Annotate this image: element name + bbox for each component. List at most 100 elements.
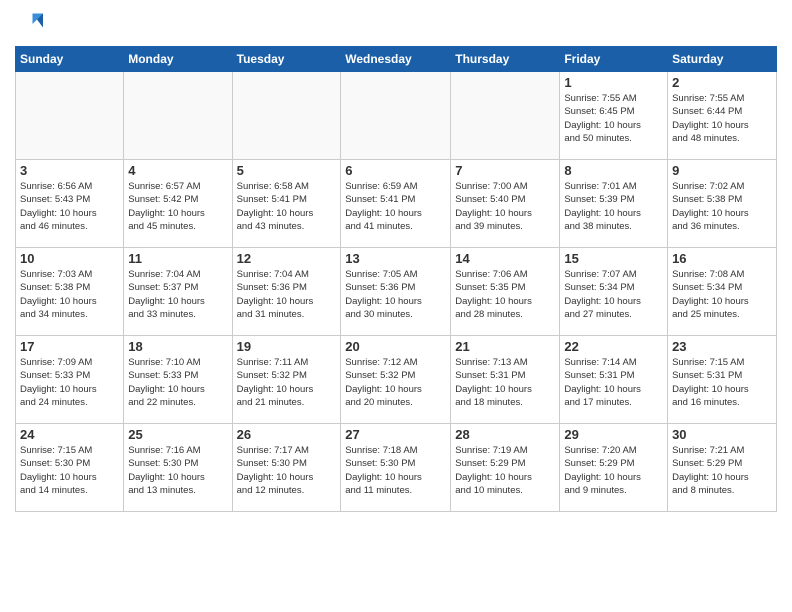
- calendar-week-row: 24 Sunrise: 7:15 AM Sunset: 5:30 PM Dayli…: [16, 424, 777, 512]
- day-number: 29: [564, 427, 663, 442]
- calendar-day-cell: [341, 72, 451, 160]
- calendar-day-cell: 11 Sunrise: 7:04 AM Sunset: 5:37 PM Dayli…: [124, 248, 232, 336]
- calendar-day-cell: 2 Sunrise: 7:55 AM Sunset: 6:44 PM Daylig…: [668, 72, 777, 160]
- calendar-weekday-header: Monday: [124, 47, 232, 72]
- day-number: 4: [128, 163, 227, 178]
- calendar-day-cell: 17 Sunrise: 7:09 AM Sunset: 5:33 PM Dayli…: [16, 336, 124, 424]
- day-number: 15: [564, 251, 663, 266]
- day-number: 28: [455, 427, 555, 442]
- day-info: Sunrise: 7:00 AM Sunset: 5:40 PM Dayligh…: [455, 180, 555, 233]
- calendar-weekday-header: Thursday: [451, 47, 560, 72]
- calendar-day-cell: 27 Sunrise: 7:18 AM Sunset: 5:30 PM Dayli…: [341, 424, 451, 512]
- day-info: Sunrise: 7:07 AM Sunset: 5:34 PM Dayligh…: [564, 268, 663, 321]
- calendar-day-cell: 8 Sunrise: 7:01 AM Sunset: 5:39 PM Daylig…: [560, 160, 668, 248]
- day-info: Sunrise: 6:58 AM Sunset: 5:41 PM Dayligh…: [237, 180, 337, 233]
- day-number: 22: [564, 339, 663, 354]
- day-number: 7: [455, 163, 555, 178]
- calendar-weekday-header: Saturday: [668, 47, 777, 72]
- calendar-day-cell: 29 Sunrise: 7:20 AM Sunset: 5:29 PM Dayli…: [560, 424, 668, 512]
- day-number: 26: [237, 427, 337, 442]
- day-info: Sunrise: 6:56 AM Sunset: 5:43 PM Dayligh…: [20, 180, 119, 233]
- day-info: Sunrise: 7:11 AM Sunset: 5:32 PM Dayligh…: [237, 356, 337, 409]
- calendar-weekday-header: Tuesday: [232, 47, 341, 72]
- day-info: Sunrise: 7:15 AM Sunset: 5:31 PM Dayligh…: [672, 356, 772, 409]
- calendar-day-cell: 14 Sunrise: 7:06 AM Sunset: 5:35 PM Dayli…: [451, 248, 560, 336]
- calendar-day-cell: 19 Sunrise: 7:11 AM Sunset: 5:32 PM Dayli…: [232, 336, 341, 424]
- calendar-day-cell: 16 Sunrise: 7:08 AM Sunset: 5:34 PM Dayli…: [668, 248, 777, 336]
- calendar-day-cell: 10 Sunrise: 7:03 AM Sunset: 5:38 PM Dayli…: [16, 248, 124, 336]
- calendar-day-cell: 7 Sunrise: 7:00 AM Sunset: 5:40 PM Daylig…: [451, 160, 560, 248]
- day-number: 14: [455, 251, 555, 266]
- calendar-table: SundayMondayTuesdayWednesdayThursdayFrid…: [15, 46, 777, 512]
- calendar-day-cell: 21 Sunrise: 7:13 AM Sunset: 5:31 PM Dayli…: [451, 336, 560, 424]
- calendar-day-cell: 3 Sunrise: 6:56 AM Sunset: 5:43 PM Daylig…: [16, 160, 124, 248]
- day-info: Sunrise: 7:08 AM Sunset: 5:34 PM Dayligh…: [672, 268, 772, 321]
- calendar-day-cell: 22 Sunrise: 7:14 AM Sunset: 5:31 PM Dayli…: [560, 336, 668, 424]
- day-info: Sunrise: 7:55 AM Sunset: 6:44 PM Dayligh…: [672, 92, 772, 145]
- header: [15, 10, 777, 38]
- day-number: 16: [672, 251, 772, 266]
- page-container: SundayMondayTuesdayWednesdayThursdayFrid…: [0, 0, 792, 527]
- day-info: Sunrise: 6:57 AM Sunset: 5:42 PM Dayligh…: [128, 180, 227, 233]
- day-number: 3: [20, 163, 119, 178]
- calendar-day-cell: 13Sunrise: 7:05 AM Sunset: 5:36 PM Dayli…: [341, 248, 451, 336]
- day-info: Sunrise: 7:01 AM Sunset: 5:39 PM Dayligh…: [564, 180, 663, 233]
- day-info: Sunrise: 7:12 AM Sunset: 5:32 PM Dayligh…: [345, 356, 446, 409]
- day-info: Sunrise: 7:05 AM Sunset: 5:36 PM Dayligh…: [345, 268, 446, 321]
- calendar-day-cell: [124, 72, 232, 160]
- logo: [15, 10, 45, 38]
- day-info: Sunrise: 7:09 AM Sunset: 5:33 PM Dayligh…: [20, 356, 119, 409]
- calendar-weekday-header: Wednesday: [341, 47, 451, 72]
- day-info: Sunrise: 7:14 AM Sunset: 5:31 PM Dayligh…: [564, 356, 663, 409]
- day-info: Sunrise: 7:03 AM Sunset: 5:38 PM Dayligh…: [20, 268, 119, 321]
- day-number: 5: [237, 163, 337, 178]
- calendar-day-cell: 4 Sunrise: 6:57 AM Sunset: 5:42 PM Daylig…: [124, 160, 232, 248]
- logo-icon: [15, 10, 43, 38]
- day-info: Sunrise: 7:04 AM Sunset: 5:36 PM Dayligh…: [237, 268, 337, 321]
- day-number: 17: [20, 339, 119, 354]
- day-number: 6: [345, 163, 446, 178]
- day-info: Sunrise: 7:18 AM Sunset: 5:30 PM Dayligh…: [345, 444, 446, 497]
- calendar-day-cell: [16, 72, 124, 160]
- day-info: Sunrise: 7:16 AM Sunset: 5:30 PM Dayligh…: [128, 444, 227, 497]
- day-info: Sunrise: 7:20 AM Sunset: 5:29 PM Dayligh…: [564, 444, 663, 497]
- calendar-weekday-header: Sunday: [16, 47, 124, 72]
- calendar-day-cell: 1Sunrise: 7:55 AM Sunset: 6:45 PM Daylig…: [560, 72, 668, 160]
- day-number: 18: [128, 339, 227, 354]
- calendar-day-cell: [232, 72, 341, 160]
- day-number: 25: [128, 427, 227, 442]
- calendar-day-cell: 23 Sunrise: 7:15 AM Sunset: 5:31 PM Dayli…: [668, 336, 777, 424]
- day-number: 21: [455, 339, 555, 354]
- day-info: Sunrise: 7:02 AM Sunset: 5:38 PM Dayligh…: [672, 180, 772, 233]
- calendar-day-cell: 26 Sunrise: 7:17 AM Sunset: 5:30 PM Dayli…: [232, 424, 341, 512]
- calendar-day-cell: 28 Sunrise: 7:19 AM Sunset: 5:29 PM Dayli…: [451, 424, 560, 512]
- calendar-week-row: 3 Sunrise: 6:56 AM Sunset: 5:43 PM Daylig…: [16, 160, 777, 248]
- day-info: Sunrise: 6:59 AM Sunset: 5:41 PM Dayligh…: [345, 180, 446, 233]
- day-number: 12: [237, 251, 337, 266]
- calendar-day-cell: 6 Sunrise: 6:59 AM Sunset: 5:41 PM Daylig…: [341, 160, 451, 248]
- calendar-header-row: SundayMondayTuesdayWednesdayThursdayFrid…: [16, 47, 777, 72]
- day-number: 10: [20, 251, 119, 266]
- day-info: Sunrise: 7:17 AM Sunset: 5:30 PM Dayligh…: [237, 444, 337, 497]
- day-number: 24: [20, 427, 119, 442]
- day-number: 27: [345, 427, 446, 442]
- calendar-day-cell: 15 Sunrise: 7:07 AM Sunset: 5:34 PM Dayli…: [560, 248, 668, 336]
- day-number: 9: [672, 163, 772, 178]
- calendar-day-cell: 9 Sunrise: 7:02 AM Sunset: 5:38 PM Daylig…: [668, 160, 777, 248]
- day-info: Sunrise: 7:19 AM Sunset: 5:29 PM Dayligh…: [455, 444, 555, 497]
- day-info: Sunrise: 7:13 AM Sunset: 5:31 PM Dayligh…: [455, 356, 555, 409]
- day-info: Sunrise: 7:15 AM Sunset: 5:30 PM Dayligh…: [20, 444, 119, 497]
- day-info: Sunrise: 7:21 AM Sunset: 5:29 PM Dayligh…: [672, 444, 772, 497]
- day-info: Sunrise: 7:06 AM Sunset: 5:35 PM Dayligh…: [455, 268, 555, 321]
- day-number: 23: [672, 339, 772, 354]
- calendar-week-row: 17 Sunrise: 7:09 AM Sunset: 5:33 PM Dayli…: [16, 336, 777, 424]
- day-number: 2: [672, 75, 772, 90]
- day-number: 8: [564, 163, 663, 178]
- calendar-day-cell: 12 Sunrise: 7:04 AM Sunset: 5:36 PM Dayli…: [232, 248, 341, 336]
- day-number: 30: [672, 427, 772, 442]
- day-number: 1: [564, 75, 663, 90]
- day-number: 11: [128, 251, 227, 266]
- day-info: Sunrise: 7:04 AM Sunset: 5:37 PM Dayligh…: [128, 268, 227, 321]
- calendar-week-row: 10 Sunrise: 7:03 AM Sunset: 5:38 PM Dayli…: [16, 248, 777, 336]
- day-number: 19: [237, 339, 337, 354]
